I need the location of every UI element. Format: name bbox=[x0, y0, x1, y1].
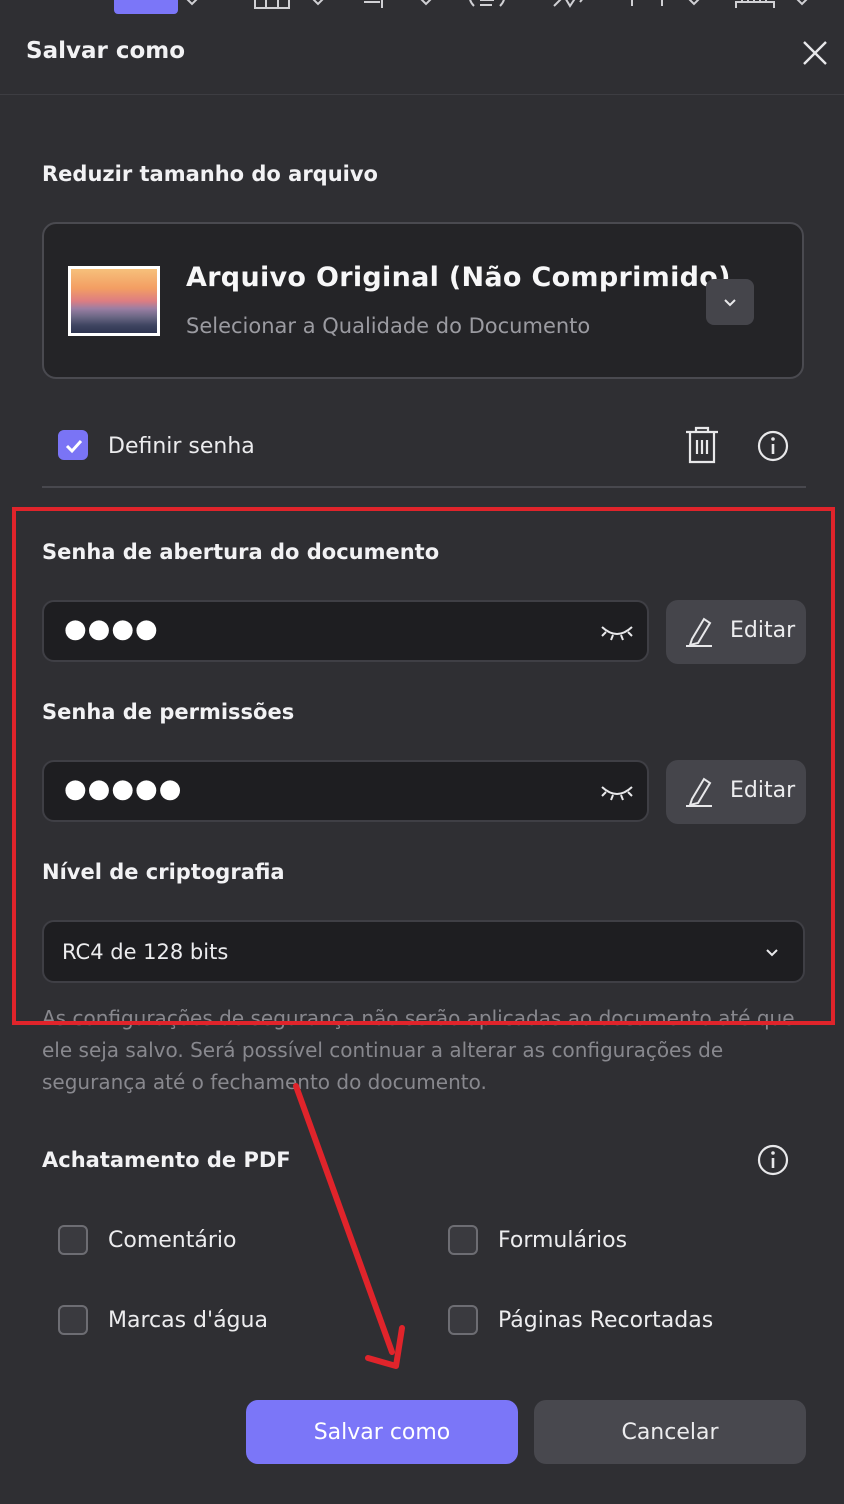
watermarks-label: Marcas d'água bbox=[108, 1308, 268, 1333]
reduce-size-title: Reduzir tamanho do arquivo bbox=[42, 162, 378, 186]
permission-password-input[interactable]: ●●●●● bbox=[42, 760, 649, 822]
info-icon[interactable] bbox=[757, 1144, 789, 1176]
divider bbox=[42, 486, 806, 488]
edit-open-password-button[interactable]: Editar bbox=[666, 600, 806, 664]
save-as-button[interactable]: Salvar como bbox=[246, 1400, 518, 1464]
forms-checkbox[interactable] bbox=[448, 1225, 478, 1255]
eye-closed-icon[interactable] bbox=[600, 783, 634, 803]
close-icon[interactable] bbox=[800, 38, 830, 68]
open-password-value: ●●●● bbox=[64, 614, 159, 644]
set-password-label: Definir senha bbox=[108, 434, 255, 459]
measure-icon[interactable] bbox=[360, 0, 404, 14]
comment-label: Comentário bbox=[108, 1228, 237, 1253]
comment-checkbox[interactable] bbox=[58, 1225, 88, 1255]
dialog-title: Salvar como bbox=[26, 38, 186, 64]
security-note: As configurações de segurança não serão … bbox=[42, 1006, 795, 1094]
chevron-down-icon[interactable] bbox=[184, 0, 200, 8]
document-thumbnail bbox=[68, 266, 160, 336]
edit-permission-password-button[interactable]: Editar bbox=[666, 760, 806, 824]
table-icon[interactable] bbox=[252, 0, 292, 14]
chevron-down-icon[interactable] bbox=[310, 0, 326, 8]
chevron-down-icon[interactable] bbox=[686, 0, 702, 8]
encryption-value: RC4 de 128 bits bbox=[62, 940, 229, 964]
cropped-pages-label: Páginas Recortadas bbox=[498, 1308, 714, 1333]
cancel-button[interactable]: Cancelar bbox=[534, 1400, 806, 1464]
dialog-header: Salvar como bbox=[0, 14, 844, 95]
ruler-icon[interactable] bbox=[734, 0, 776, 14]
crop-icon[interactable] bbox=[628, 0, 668, 14]
eye-closed-icon[interactable] bbox=[600, 623, 634, 643]
set-password-checkbox[interactable] bbox=[58, 430, 88, 460]
edit-label: Editar bbox=[730, 618, 796, 643]
signature-icon[interactable] bbox=[552, 0, 592, 14]
permission-password-value: ●●●●● bbox=[64, 774, 183, 804]
open-password-title: Senha de abertura do documento bbox=[42, 540, 440, 564]
check-icon bbox=[65, 439, 83, 454]
pencil-icon bbox=[686, 777, 712, 807]
select-tool-icon[interactable] bbox=[114, 0, 178, 14]
encryption-select[interactable]: RC4 de 128 bits bbox=[42, 920, 805, 983]
encryption-title: Nível de criptografia bbox=[42, 860, 285, 884]
pencil-icon bbox=[686, 617, 712, 647]
chevron-down-icon bbox=[724, 299, 736, 307]
quality-card-subtitle: Selecionar a Qualidade do Documento bbox=[186, 314, 591, 338]
quality-dropdown-button[interactable] bbox=[706, 279, 754, 325]
quality-card[interactable]: Arquivo Original (Não Comprimido) Seleci… bbox=[42, 222, 804, 379]
chevron-down-icon[interactable] bbox=[794, 0, 810, 8]
trash-icon[interactable] bbox=[684, 424, 720, 466]
edit-label: Editar bbox=[730, 778, 796, 803]
chevron-down-icon[interactable] bbox=[418, 0, 434, 8]
cropped-pages-checkbox[interactable] bbox=[448, 1305, 478, 1335]
flatten-title: Achatamento de PDF bbox=[42, 1148, 291, 1172]
list-icon[interactable] bbox=[466, 0, 508, 14]
quality-card-title: Arquivo Original (Não Comprimido) bbox=[186, 262, 731, 293]
forms-label: Formulários bbox=[498, 1228, 628, 1253]
watermarks-checkbox[interactable] bbox=[58, 1305, 88, 1335]
info-icon[interactable] bbox=[757, 430, 789, 462]
permission-password-title: Senha de permissões bbox=[42, 700, 295, 724]
chevron-down-icon bbox=[766, 949, 778, 957]
toolbar-strip bbox=[0, 0, 844, 14]
open-password-input[interactable]: ●●●● bbox=[42, 600, 649, 662]
